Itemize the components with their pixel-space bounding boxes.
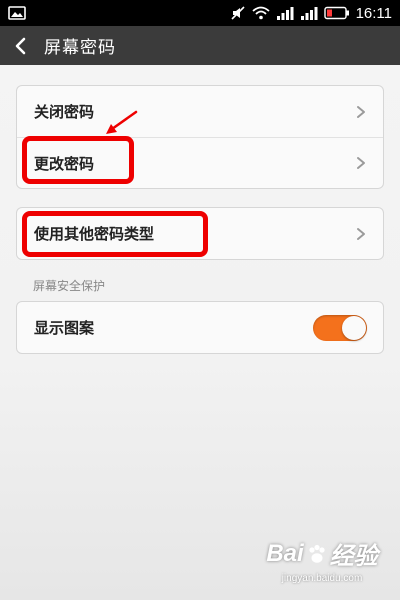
show-pattern-card: 显示图案: [16, 301, 384, 354]
back-button[interactable]: [0, 26, 40, 65]
disable-password-label: 关闭密码: [34, 103, 95, 121]
watermark-url: jingyan.baidu.com: [281, 573, 363, 584]
gallery-notification-icon: [8, 6, 26, 20]
battery-icon: [323, 6, 349, 20]
other-password-type-card: 使用其他密码类型: [16, 207, 384, 260]
signal-icon-1: [276, 7, 294, 20]
status-time: 16:11: [355, 4, 392, 22]
mute-icon: [230, 6, 245, 20]
password-options-card: 关闭密码 更改密码: [16, 85, 384, 189]
other-password-type-item[interactable]: 使用其他密码类型: [17, 208, 383, 259]
other-password-type-label: 使用其他密码类型: [34, 225, 155, 243]
chevron-right-icon: [357, 105, 365, 118]
baidu-jingyan-watermark: Bai 经验 jingyan.baidu.com: [262, 536, 382, 592]
watermark-brand-right: 经验: [329, 543, 378, 570]
wifi-icon: [251, 6, 270, 20]
chevron-right-icon: [357, 157, 365, 169]
page-title: 屏幕密码: [44, 38, 116, 58]
annotation-arrow-icon: [106, 110, 138, 134]
section-header-screen-security: 屏幕安全保护: [33, 279, 106, 293]
disable-password-item[interactable]: 关闭密码: [17, 86, 383, 137]
signal-icon-2: [300, 7, 318, 20]
status-bar: 16:11: [0, 0, 400, 26]
action-bar: 屏幕密码: [0, 26, 400, 65]
change-password-label: 更改密码: [34, 154, 95, 173]
show-pattern-label: 显示图案: [34, 319, 95, 337]
show-pattern-item[interactable]: 显示图案: [17, 302, 383, 353]
show-pattern-toggle[interactable]: [313, 314, 367, 341]
watermark-brand-left: Bai: [266, 539, 304, 567]
paw-icon: [309, 544, 325, 563]
back-chevron-icon: [15, 37, 26, 54]
chevron-right-icon: [357, 227, 365, 240]
change-password-item[interactable]: 更改密码: [17, 137, 383, 188]
toggle-knob: [342, 315, 366, 340]
